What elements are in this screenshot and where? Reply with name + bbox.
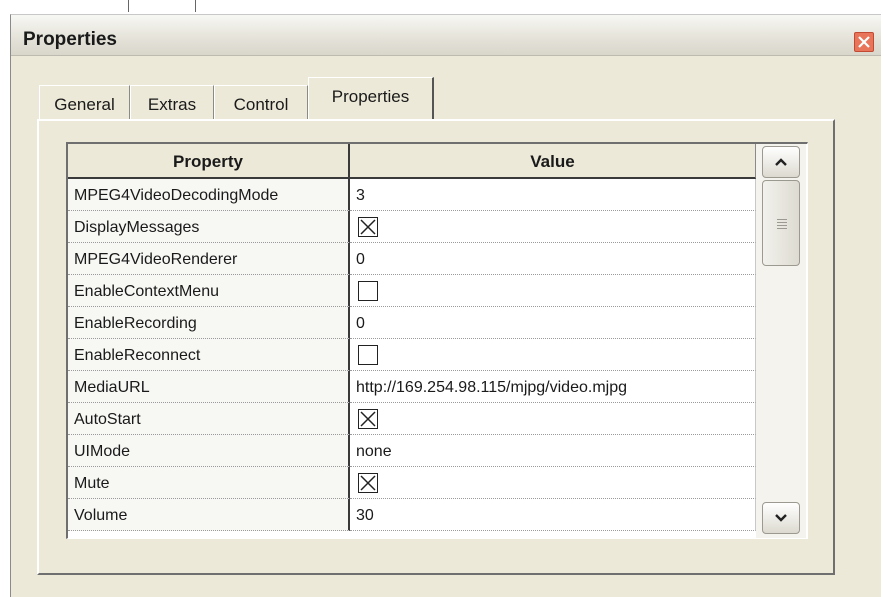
property-value[interactable] <box>350 339 756 371</box>
property-name: AutoStart <box>68 403 350 435</box>
property-name: MPEG4VideoDecodingMode <box>68 179 350 211</box>
check-x-mark-icon <box>360 475 376 491</box>
table-row[interactable]: MPEG4VideoDecodingMode 3 <box>68 179 756 211</box>
tab-control[interactable]: Control <box>214 85 308 119</box>
close-icon <box>858 36 870 48</box>
property-value[interactable]: 3 <box>350 179 756 211</box>
properties-dialog: Properties General Extras Control Proper… <box>10 14 881 597</box>
checked-checkbox[interactable] <box>358 409 378 429</box>
tab-label: General <box>54 95 115 114</box>
column-header-label: Value <box>530 152 575 171</box>
checked-checkbox[interactable] <box>358 473 378 493</box>
check-x-mark-icon <box>360 219 376 235</box>
property-name: MPEG4VideoRenderer <box>68 243 350 275</box>
property-value[interactable]: 30 <box>350 499 756 531</box>
property-value[interactable] <box>350 211 756 243</box>
unchecked-checkbox[interactable] <box>358 345 378 365</box>
property-value[interactable] <box>350 403 756 435</box>
property-value[interactable]: http://169.254.98.115/mjpg/video.mjpg <box>350 371 756 403</box>
column-header-property[interactable]: Property <box>68 144 350 179</box>
table-row[interactable]: EnableReconnect <box>68 339 756 371</box>
tab-label: Control <box>233 95 289 114</box>
grip-line <box>777 228 787 229</box>
property-name: DisplayMessages <box>68 211 350 243</box>
scroll-up-arrow-icon <box>775 158 787 166</box>
tab-label: Properties <box>331 87 410 106</box>
property-name: MediaURL <box>68 371 350 403</box>
table-row[interactable]: Volume 30 <box>68 499 756 531</box>
vertical-scrollbar[interactable] <box>756 144 806 538</box>
background-strip <box>0 0 883 14</box>
checked-checkbox[interactable] <box>358 217 378 237</box>
property-value[interactable]: 0 <box>350 307 756 339</box>
property-value[interactable] <box>350 467 756 499</box>
table-row[interactable]: EnableContextMenu <box>68 275 756 307</box>
close-button[interactable] <box>854 32 874 52</box>
background-divider <box>195 0 196 12</box>
grip-line <box>777 225 787 226</box>
grip-line <box>777 219 787 220</box>
property-grid: Property Value MPEG4VideoDecodingMode 3 … <box>66 142 808 539</box>
scroll-down-button[interactable] <box>762 502 800 534</box>
table-row[interactable]: UIMode none <box>68 435 756 467</box>
scrollbar-thumb[interactable] <box>762 180 800 266</box>
column-header-label: Property <box>173 152 243 171</box>
table-row[interactable]: Mute <box>68 467 756 499</box>
check-x-mark-icon <box>360 411 376 427</box>
column-header-value[interactable]: Value <box>350 144 756 179</box>
background-divider <box>128 0 129 12</box>
grip-line <box>777 222 787 223</box>
tab-properties[interactable]: Properties <box>308 77 434 119</box>
property-name: UIMode <box>68 435 350 467</box>
table-row[interactable]: AutoStart <box>68 403 756 435</box>
table-row[interactable]: MPEG4VideoRenderer 0 <box>68 243 756 275</box>
tab-label: Extras <box>147 95 197 114</box>
unchecked-checkbox[interactable] <box>358 281 378 301</box>
property-name: EnableRecording <box>68 307 350 339</box>
table-row[interactable]: DisplayMessages <box>68 211 756 243</box>
property-value[interactable]: 0 <box>350 243 756 275</box>
scroll-down-arrow-icon <box>775 514 787 522</box>
title-bar: Properties <box>11 15 881 56</box>
property-value[interactable] <box>350 275 756 307</box>
tab-general[interactable]: General <box>39 85 130 119</box>
table-row[interactable]: MediaURL http://169.254.98.115/mjpg/vide… <box>68 371 756 403</box>
scroll-up-button[interactable] <box>762 146 800 178</box>
tab-extras[interactable]: Extras <box>130 85 214 119</box>
table-row[interactable]: EnableRecording 0 <box>68 307 756 339</box>
property-name: Mute <box>68 467 350 499</box>
property-name: Volume <box>68 499 350 531</box>
property-name: EnableContextMenu <box>68 275 350 307</box>
property-value[interactable]: none <box>350 435 756 467</box>
property-name: EnableReconnect <box>68 339 350 371</box>
dialog-title: Properties <box>23 29 117 50</box>
